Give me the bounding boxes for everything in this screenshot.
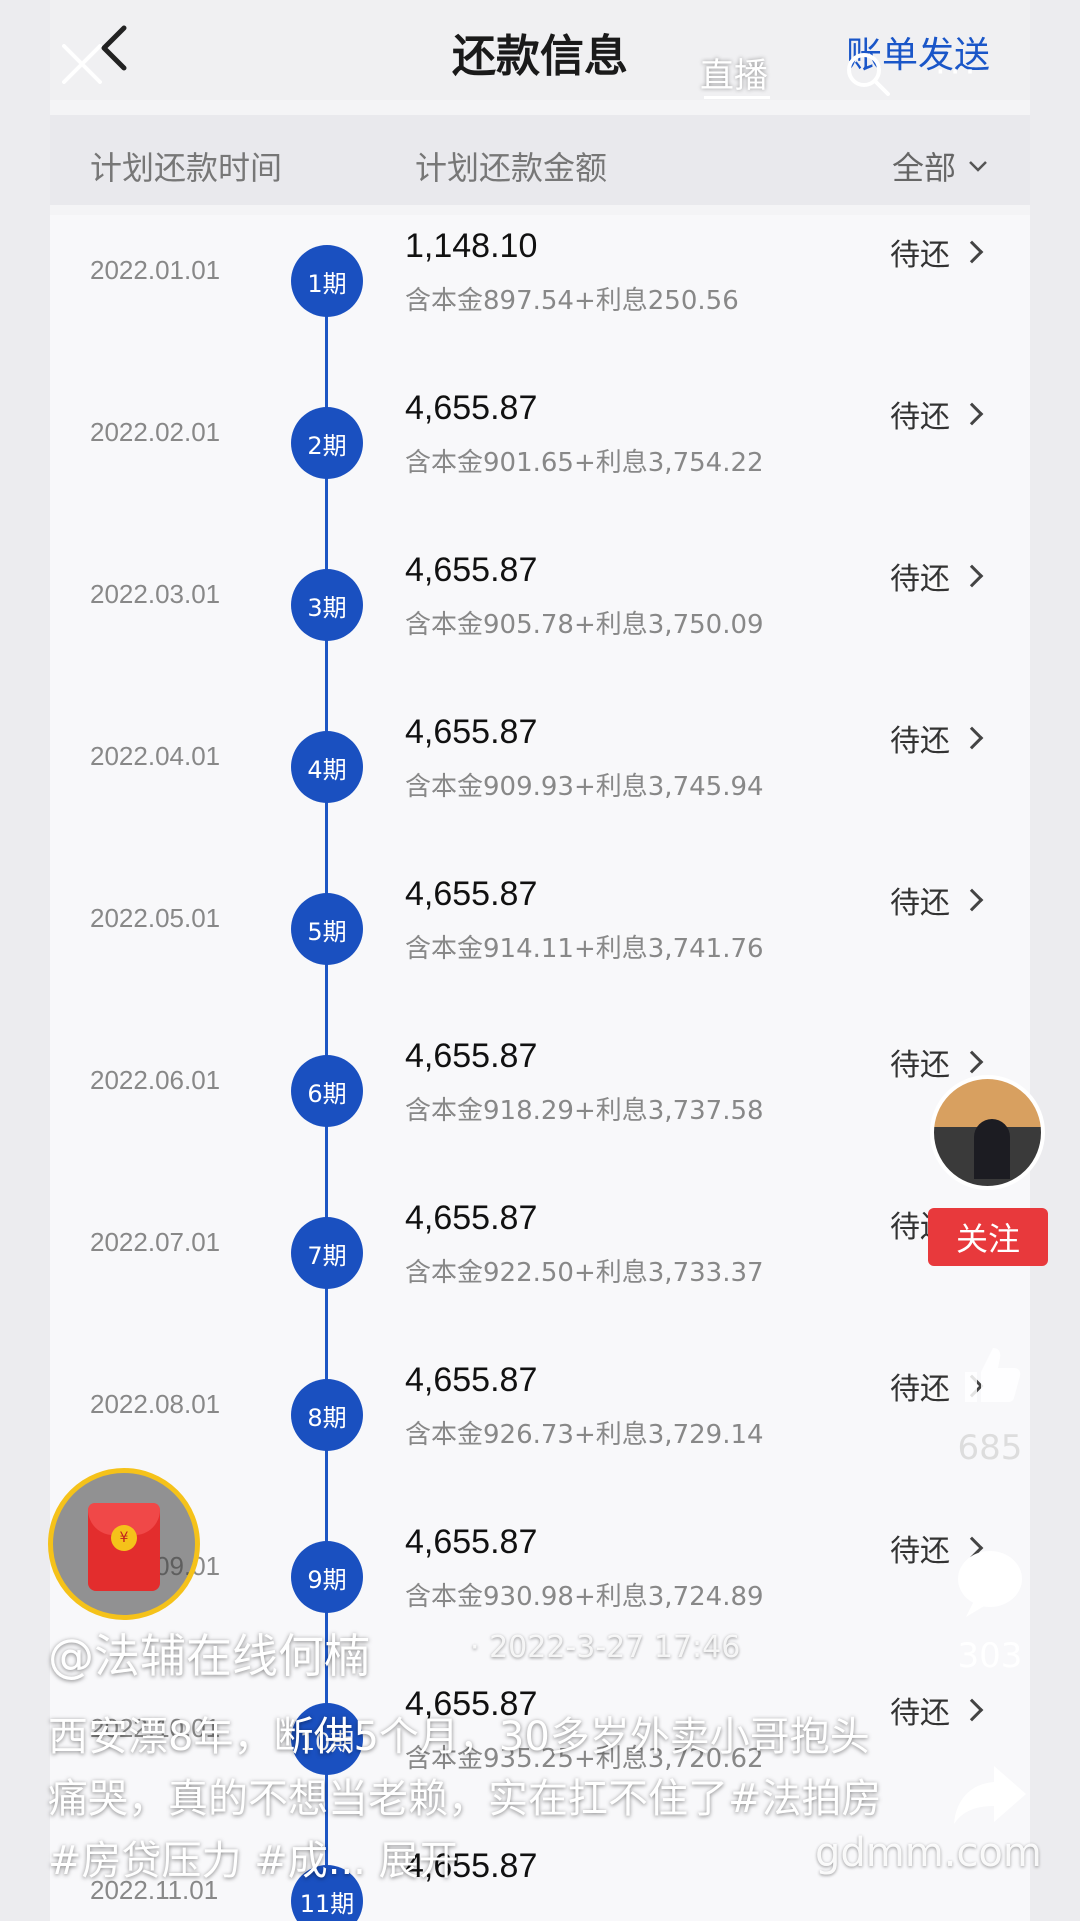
status-label: 待还 — [890, 400, 950, 435]
like-count: 685 — [957, 1428, 1023, 1468]
period-badge: 9期 — [291, 1541, 363, 1613]
repayment-row[interactable]: 2022.01.01 1期 1,148.10 含本金897.54+利息250.56 待还 — [50, 215, 1030, 347]
chevron-down-icon — [969, 161, 987, 172]
author-name[interactable]: @法辅在线何楠 — [48, 1620, 370, 1686]
row-detail: 含本金926.73+利息3,729.14 — [405, 1420, 764, 1450]
row-amount: 4,655.87 — [405, 1037, 538, 1075]
avatar-person-figure — [974, 1119, 1010, 1179]
status-label: 待还 — [890, 562, 950, 597]
row-amount: 4,655.87 — [405, 551, 538, 589]
column-header-bar: 计划还款时间 计划还款金额 全部 — [50, 115, 1030, 205]
row-status[interactable]: 待还 — [890, 554, 984, 598]
follow-button[interactable]: 关注 — [928, 1208, 1048, 1266]
row-date: 2022.05.01 — [90, 903, 221, 933]
repayment-row[interactable]: 2022.06.01 6期 4,655.87 含本金918.29+利息3,737.58… — [50, 995, 1030, 1157]
period-badge: 2期 — [291, 407, 363, 479]
row-status[interactable]: 待还 — [890, 716, 984, 760]
row-amount: 4,655.87 — [405, 1199, 538, 1237]
red-packet-button[interactable]: ¥ — [48, 1468, 200, 1620]
like-icon[interactable] — [955, 1340, 1025, 1410]
period-badge: 3期 — [291, 569, 363, 641]
chevron-right-icon — [960, 1050, 984, 1074]
column-header-amount: 计划还款金额 — [415, 149, 608, 187]
repayment-row[interactable]: 2022.07.01 7期 4,655.87 含本金922.50+利息3,733.37… — [50, 1157, 1030, 1319]
share-icon[interactable] — [950, 1760, 1030, 1830]
comment-icon[interactable] — [952, 1545, 1028, 1621]
period-badge: 7期 — [291, 1217, 363, 1289]
row-amount: 4,655.87 — [405, 1361, 538, 1399]
red-envelope-icon: ¥ — [88, 1503, 160, 1591]
row-amount: 4,655.87 — [405, 713, 538, 751]
row-date: 2022.01.01 — [90, 255, 221, 285]
video-caption: 西安漂8年，断供5个月，30多岁外卖小哥抱头痛哭，真的不想当老赖，实在扛不住了#… — [48, 1706, 908, 1892]
row-status[interactable]: 待还 — [890, 1040, 984, 1084]
row-amount: 4,655.87 — [405, 875, 538, 913]
row-detail: 含本金918.29+利息3,737.58 — [405, 1096, 764, 1126]
row-status[interactable]: 待还 — [890, 392, 984, 436]
period-badge: 8期 — [291, 1379, 363, 1451]
row-date: 2022.07.01 — [90, 1227, 221, 1257]
search-icon[interactable] — [842, 48, 894, 100]
row-amount: 1,148.10 — [405, 227, 538, 265]
chevron-right-icon — [960, 1698, 984, 1722]
row-detail: 含本金922.50+利息3,733.37 — [405, 1258, 764, 1288]
row-detail: 含本金901.65+利息3,754.22 — [405, 448, 764, 478]
filter-dropdown[interactable]: 全部 — [892, 143, 990, 189]
row-status[interactable]: 待还 — [890, 878, 984, 922]
period-badge: 6期 — [291, 1055, 363, 1127]
live-tab-indicator — [704, 96, 770, 99]
repayment-row[interactable]: 2022.04.01 4期 4,655.87 含本金909.93+利息3,745.94… — [50, 671, 1030, 833]
chevron-right-icon — [960, 240, 984, 264]
column-header-date: 计划还款时间 — [90, 149, 283, 187]
status-label: 待还 — [890, 1534, 950, 1569]
chevron-right-icon — [960, 888, 984, 912]
post-timestamp: · 2022-3-27 17:46 — [470, 1630, 741, 1665]
status-label: 待还 — [890, 1372, 950, 1407]
close-icon[interactable] — [58, 40, 106, 88]
filter-label: 全部 — [891, 149, 956, 187]
repayment-row[interactable]: 2022.05.01 5期 4,655.87 含本金914.11+利息3,741.76… — [50, 833, 1030, 995]
period-badge: 5期 — [291, 893, 363, 965]
row-amount: 4,655.87 — [405, 1523, 538, 1561]
status-label: 待还 — [890, 886, 950, 921]
row-amount: 4,655.87 — [405, 389, 538, 427]
chevron-right-icon — [960, 402, 984, 426]
row-date: 2022.03.01 — [90, 579, 221, 609]
repayment-row[interactable]: 2022.08.01 8期 4,655.87 含本金926.73+利息3,729.14… — [50, 1319, 1030, 1481]
chevron-right-icon — [960, 564, 984, 588]
row-detail: 含本金909.93+利息3,745.94 — [405, 772, 764, 802]
row-date: 2022.06.01 — [90, 1065, 221, 1095]
status-label: 待还 — [890, 724, 950, 759]
row-detail: 含本金905.78+利息3,750.09 — [405, 610, 764, 640]
row-date: 2022.08.01 — [90, 1389, 221, 1419]
row-detail: 含本金930.98+利息3,724.89 — [405, 1582, 764, 1612]
period-badge: 1期 — [291, 245, 363, 317]
expand-link[interactable]: 展开 — [379, 1838, 459, 1884]
status-label: 待还 — [890, 1048, 950, 1083]
row-detail: 含本金897.54+利息250.56 — [405, 286, 739, 316]
avatar[interactable] — [930, 1075, 1045, 1190]
repayment-row[interactable]: 2022.03.01 3期 4,655.87 含本金905.78+利息3,750.09… — [50, 509, 1030, 671]
row-date: 2022.04.01 — [90, 741, 221, 771]
repayment-row[interactable]: 2022.02.01 2期 4,655.87 含本金901.65+利息3,754.22… — [50, 347, 1030, 509]
watermark-text: gdmm.com — [815, 1830, 1042, 1876]
comment-count: 303 — [957, 1636, 1023, 1676]
live-tab[interactable]: 直播 — [700, 48, 768, 97]
period-badge: 4期 — [291, 731, 363, 803]
caption-text: 西安漂8年，断供5个月，30多岁外卖小哥抱头痛哭，真的不想当老赖，实在扛不住了#… — [48, 1714, 882, 1884]
row-detail: 含本金914.11+利息3,741.76 — [405, 934, 764, 964]
row-date: 2022.02.01 — [90, 417, 221, 447]
row-status[interactable]: 待还 — [890, 230, 984, 274]
chevron-right-icon — [960, 726, 984, 750]
status-label: 待还 — [890, 238, 950, 273]
more-icon[interactable]: ··· — [935, 52, 979, 92]
